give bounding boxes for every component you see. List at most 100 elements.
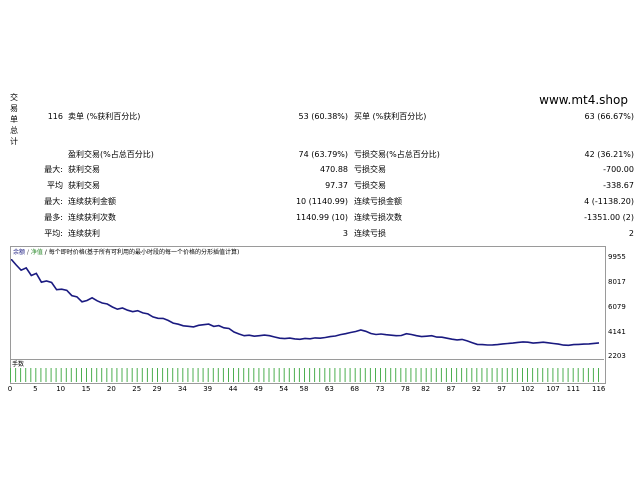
volume-bar xyxy=(369,368,371,382)
title-char: 单 xyxy=(10,115,18,124)
volume-bar xyxy=(522,368,523,382)
volume-bar xyxy=(243,368,245,382)
x-tick-label: 39 xyxy=(203,385,213,393)
volume-bar xyxy=(385,368,387,382)
stat-label: 亏损交易(%占总百分比) xyxy=(354,150,440,159)
x-tick-label: 5 xyxy=(33,385,38,393)
y-tick-label: 4141 xyxy=(608,328,626,336)
volume-bar xyxy=(273,368,275,382)
volume-bar xyxy=(10,368,11,382)
volume-bar xyxy=(430,368,432,382)
y-tick-label: 6079 xyxy=(608,303,626,311)
volume-bar xyxy=(390,368,392,382)
volume-bar xyxy=(486,368,488,382)
volume-bar xyxy=(106,368,108,382)
stat-label: 获利交易 xyxy=(68,181,100,190)
volume-bar xyxy=(400,368,402,382)
volume-bar xyxy=(461,368,463,382)
volume-bar xyxy=(476,368,478,382)
chart-header: 余额 / 净值 / 每个即时价格(基于所有可利用的最小时段的每一个价格的分形插值… xyxy=(11,247,607,259)
volume-bar xyxy=(233,368,234,382)
volume-bar xyxy=(324,368,326,382)
volume-bar xyxy=(309,368,311,382)
volume-bar xyxy=(278,368,280,382)
volume-bar xyxy=(222,368,224,382)
title-char: 易 xyxy=(10,104,18,113)
volume-bar xyxy=(577,368,579,382)
legend-description: / 每个即时价格(基于所有可利用的最小时段的每一个价格的分形插值计算) xyxy=(42,249,240,256)
volume-bar xyxy=(481,368,483,382)
volume-bar xyxy=(177,368,179,382)
volume-bar xyxy=(516,368,518,382)
volume-bar xyxy=(471,368,473,382)
x-tick-label: 73 xyxy=(375,385,385,393)
volume-bar xyxy=(81,368,82,382)
volume-bar xyxy=(562,368,564,382)
stat-value: 53 (60.38%) xyxy=(298,112,348,121)
volume-bar xyxy=(207,368,209,382)
volume-bar xyxy=(55,368,57,382)
x-tick-label: 111 xyxy=(566,385,581,393)
x-tick-label: 78 xyxy=(400,385,410,393)
stat-prefix: 最大: xyxy=(44,197,63,206)
volume-bar xyxy=(253,368,255,382)
volume-bar xyxy=(425,368,427,382)
volume-bar xyxy=(111,368,113,382)
x-tick-label: 58 xyxy=(299,385,309,393)
volume-bar xyxy=(75,368,77,382)
volume-bar xyxy=(496,368,498,382)
x-tick-label: 49 xyxy=(253,385,263,393)
stat-label: 连续获利次数 xyxy=(68,213,116,222)
volume-bar xyxy=(349,368,351,382)
volume-bar xyxy=(146,368,148,382)
volume-bar xyxy=(187,368,189,382)
volume-bar xyxy=(25,368,27,382)
stat-label: 盈利交易(%占总百分比) xyxy=(68,150,154,159)
x-tick-label: 92 xyxy=(471,385,481,393)
volume-bar xyxy=(60,368,62,382)
volume-bar xyxy=(435,368,437,382)
volume-bar xyxy=(182,368,184,382)
stat-value: 10 (1140.99) xyxy=(295,197,348,206)
volume-bar xyxy=(157,368,158,382)
stat-value: -700.00 xyxy=(603,165,634,174)
volume-bar xyxy=(20,368,22,382)
volume-bar xyxy=(65,368,67,382)
volume-bar xyxy=(263,368,265,382)
site-url: www.mt4.shop xyxy=(539,93,628,107)
volume-bar xyxy=(238,368,240,382)
x-tick-label: 20 xyxy=(106,385,116,393)
stat-label: 连续亏损金额 xyxy=(354,197,402,206)
volume-bar xyxy=(527,368,528,382)
volume-bar xyxy=(30,368,32,382)
volume-bar xyxy=(217,368,219,382)
stat-label: 获利交易 xyxy=(68,165,100,174)
stat-value: 63 (66.67%) xyxy=(584,112,634,121)
volume-bar xyxy=(283,368,285,382)
volume-bar xyxy=(314,368,316,382)
volume-bar xyxy=(329,368,331,382)
volume-bar xyxy=(592,368,594,382)
volume-bar xyxy=(364,368,366,382)
x-tick-label: 116 xyxy=(592,385,606,393)
x-tick-label: 54 xyxy=(279,385,289,393)
volume-bar xyxy=(380,368,381,382)
volume-bar xyxy=(298,368,300,382)
volume-bar xyxy=(45,368,47,382)
volume-bar xyxy=(567,368,569,382)
volume-bar xyxy=(268,368,270,382)
volume-bar xyxy=(192,368,194,382)
volume-bar xyxy=(354,368,356,382)
volume-bar xyxy=(410,368,412,382)
volume-bar xyxy=(359,368,361,382)
volume-bar xyxy=(405,368,407,382)
volume-bar xyxy=(537,368,539,382)
volume-bar xyxy=(70,368,72,382)
volume-bar xyxy=(86,368,87,382)
report-vertical-title: 交 易 单 总 计 xyxy=(10,92,20,147)
volume-bar xyxy=(456,368,458,382)
volume-bar xyxy=(334,368,336,382)
volume-bar xyxy=(228,368,229,382)
volume-bar xyxy=(451,368,452,382)
total-trades-count: 116 xyxy=(47,112,63,121)
